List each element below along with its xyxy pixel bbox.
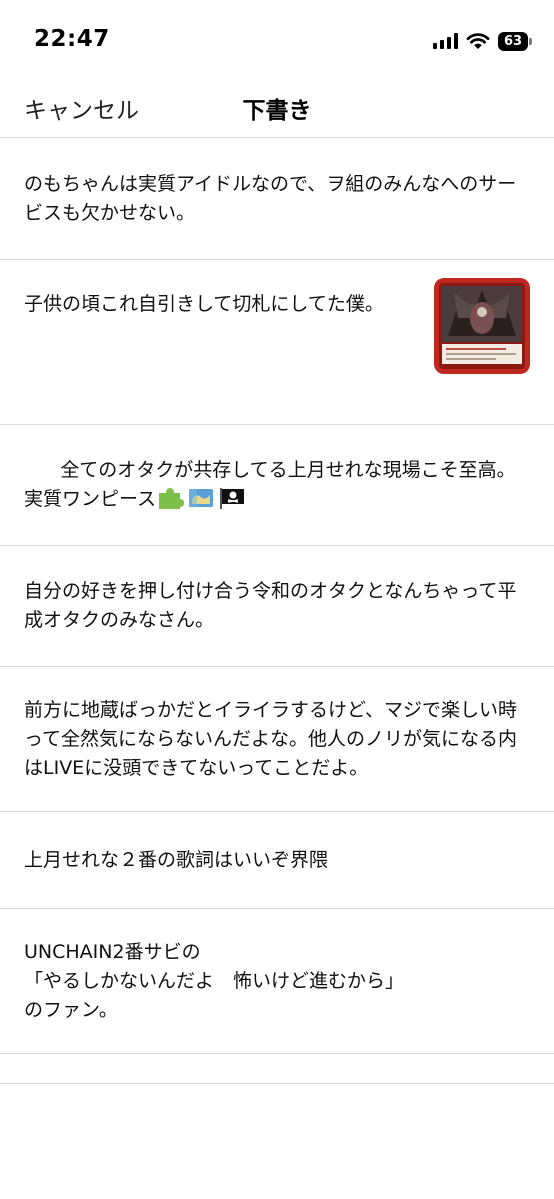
draft-item[interactable]: 前方に地蔵ばっかだとイライラするけど、マジで楽しい時って全然気にならないんだよな… bbox=[0, 667, 554, 812]
map-emoji bbox=[189, 489, 214, 507]
navigation-bar: キャンセル 下書き bbox=[0, 80, 554, 138]
battery-level: 63 bbox=[498, 31, 528, 51]
draft-item[interactable]: 子供の頃これ自引きして切札にしてた僕。 bbox=[0, 260, 554, 425]
status-icons: 63 bbox=[433, 30, 532, 52]
card-image bbox=[434, 278, 530, 374]
draft-item[interactable]: 全てのオタクが共存してる上月せれな現場こそ至高。実質ワンピース bbox=[0, 425, 554, 546]
draft-text-content: 全てのオタクが共存してる上月せれな現場こそ至高。実質ワンピース bbox=[24, 459, 516, 510]
draft-text: 前方に地蔵ばっかだとイライラするけど、マジで楽しい時って全然気にならないんだよな… bbox=[24, 698, 518, 779]
draft-item[interactable]: のもちゃんは実質アイドルなので、ヲ組のみんなへのサービスも欠かせない。 bbox=[0, 139, 554, 260]
wifi-icon bbox=[466, 33, 490, 49]
draft-text: のもちゃんは実質アイドルなので、ヲ組のみんなへのサービスも欠かせない。 bbox=[24, 173, 517, 224]
draft-text: 上月せれな２番の歌詞はいいぞ界隈 bbox=[24, 848, 329, 871]
page-title: 下書き bbox=[242, 98, 312, 124]
puzzle-piece-emoji bbox=[159, 488, 185, 509]
status-time: 22:47 bbox=[34, 26, 110, 52]
drafts-list: のもちゃんは実質アイドルなので、ヲ組のみんなへのサービスも欠かせない。 子供の頃… bbox=[0, 139, 554, 1054]
draft-item[interactable]: UNCHAIN2番サビの 「やるしかないんだよ 怖いけど進むから」 のファン。 bbox=[0, 909, 554, 1054]
bottom-divider bbox=[0, 1083, 554, 1084]
draft-text: 全てのオタクが共存してる上月せれな現場こそ至高。実質ワンピース bbox=[24, 427, 530, 543]
battery-icon: 63 bbox=[498, 31, 532, 51]
draft-text: 自分の好きを押し付け合う令和のオタクとなんちゃって平成オタクのみなさん。 bbox=[24, 580, 517, 631]
draft-image-thumbnail[interactable] bbox=[434, 278, 530, 374]
draft-text: UNCHAIN2番サビの 「やるしかないんだよ 怖いけど進むから」 のファン。 bbox=[24, 940, 405, 1021]
draft-text: 子供の頃これ自引きして切札にしてた僕。 bbox=[24, 293, 384, 315]
draft-item[interactable]: 上月せれな２番の歌詞はいいぞ界隈 bbox=[0, 812, 554, 909]
pirate-flag-emoji bbox=[220, 488, 245, 509]
draft-item[interactable]: 自分の好きを押し付け合う令和のオタクとなんちゃって平成オタクのみなさん。 bbox=[0, 546, 554, 667]
status-bar: 22:47 63 bbox=[0, 0, 554, 80]
cellular-signal-icon bbox=[433, 33, 458, 49]
